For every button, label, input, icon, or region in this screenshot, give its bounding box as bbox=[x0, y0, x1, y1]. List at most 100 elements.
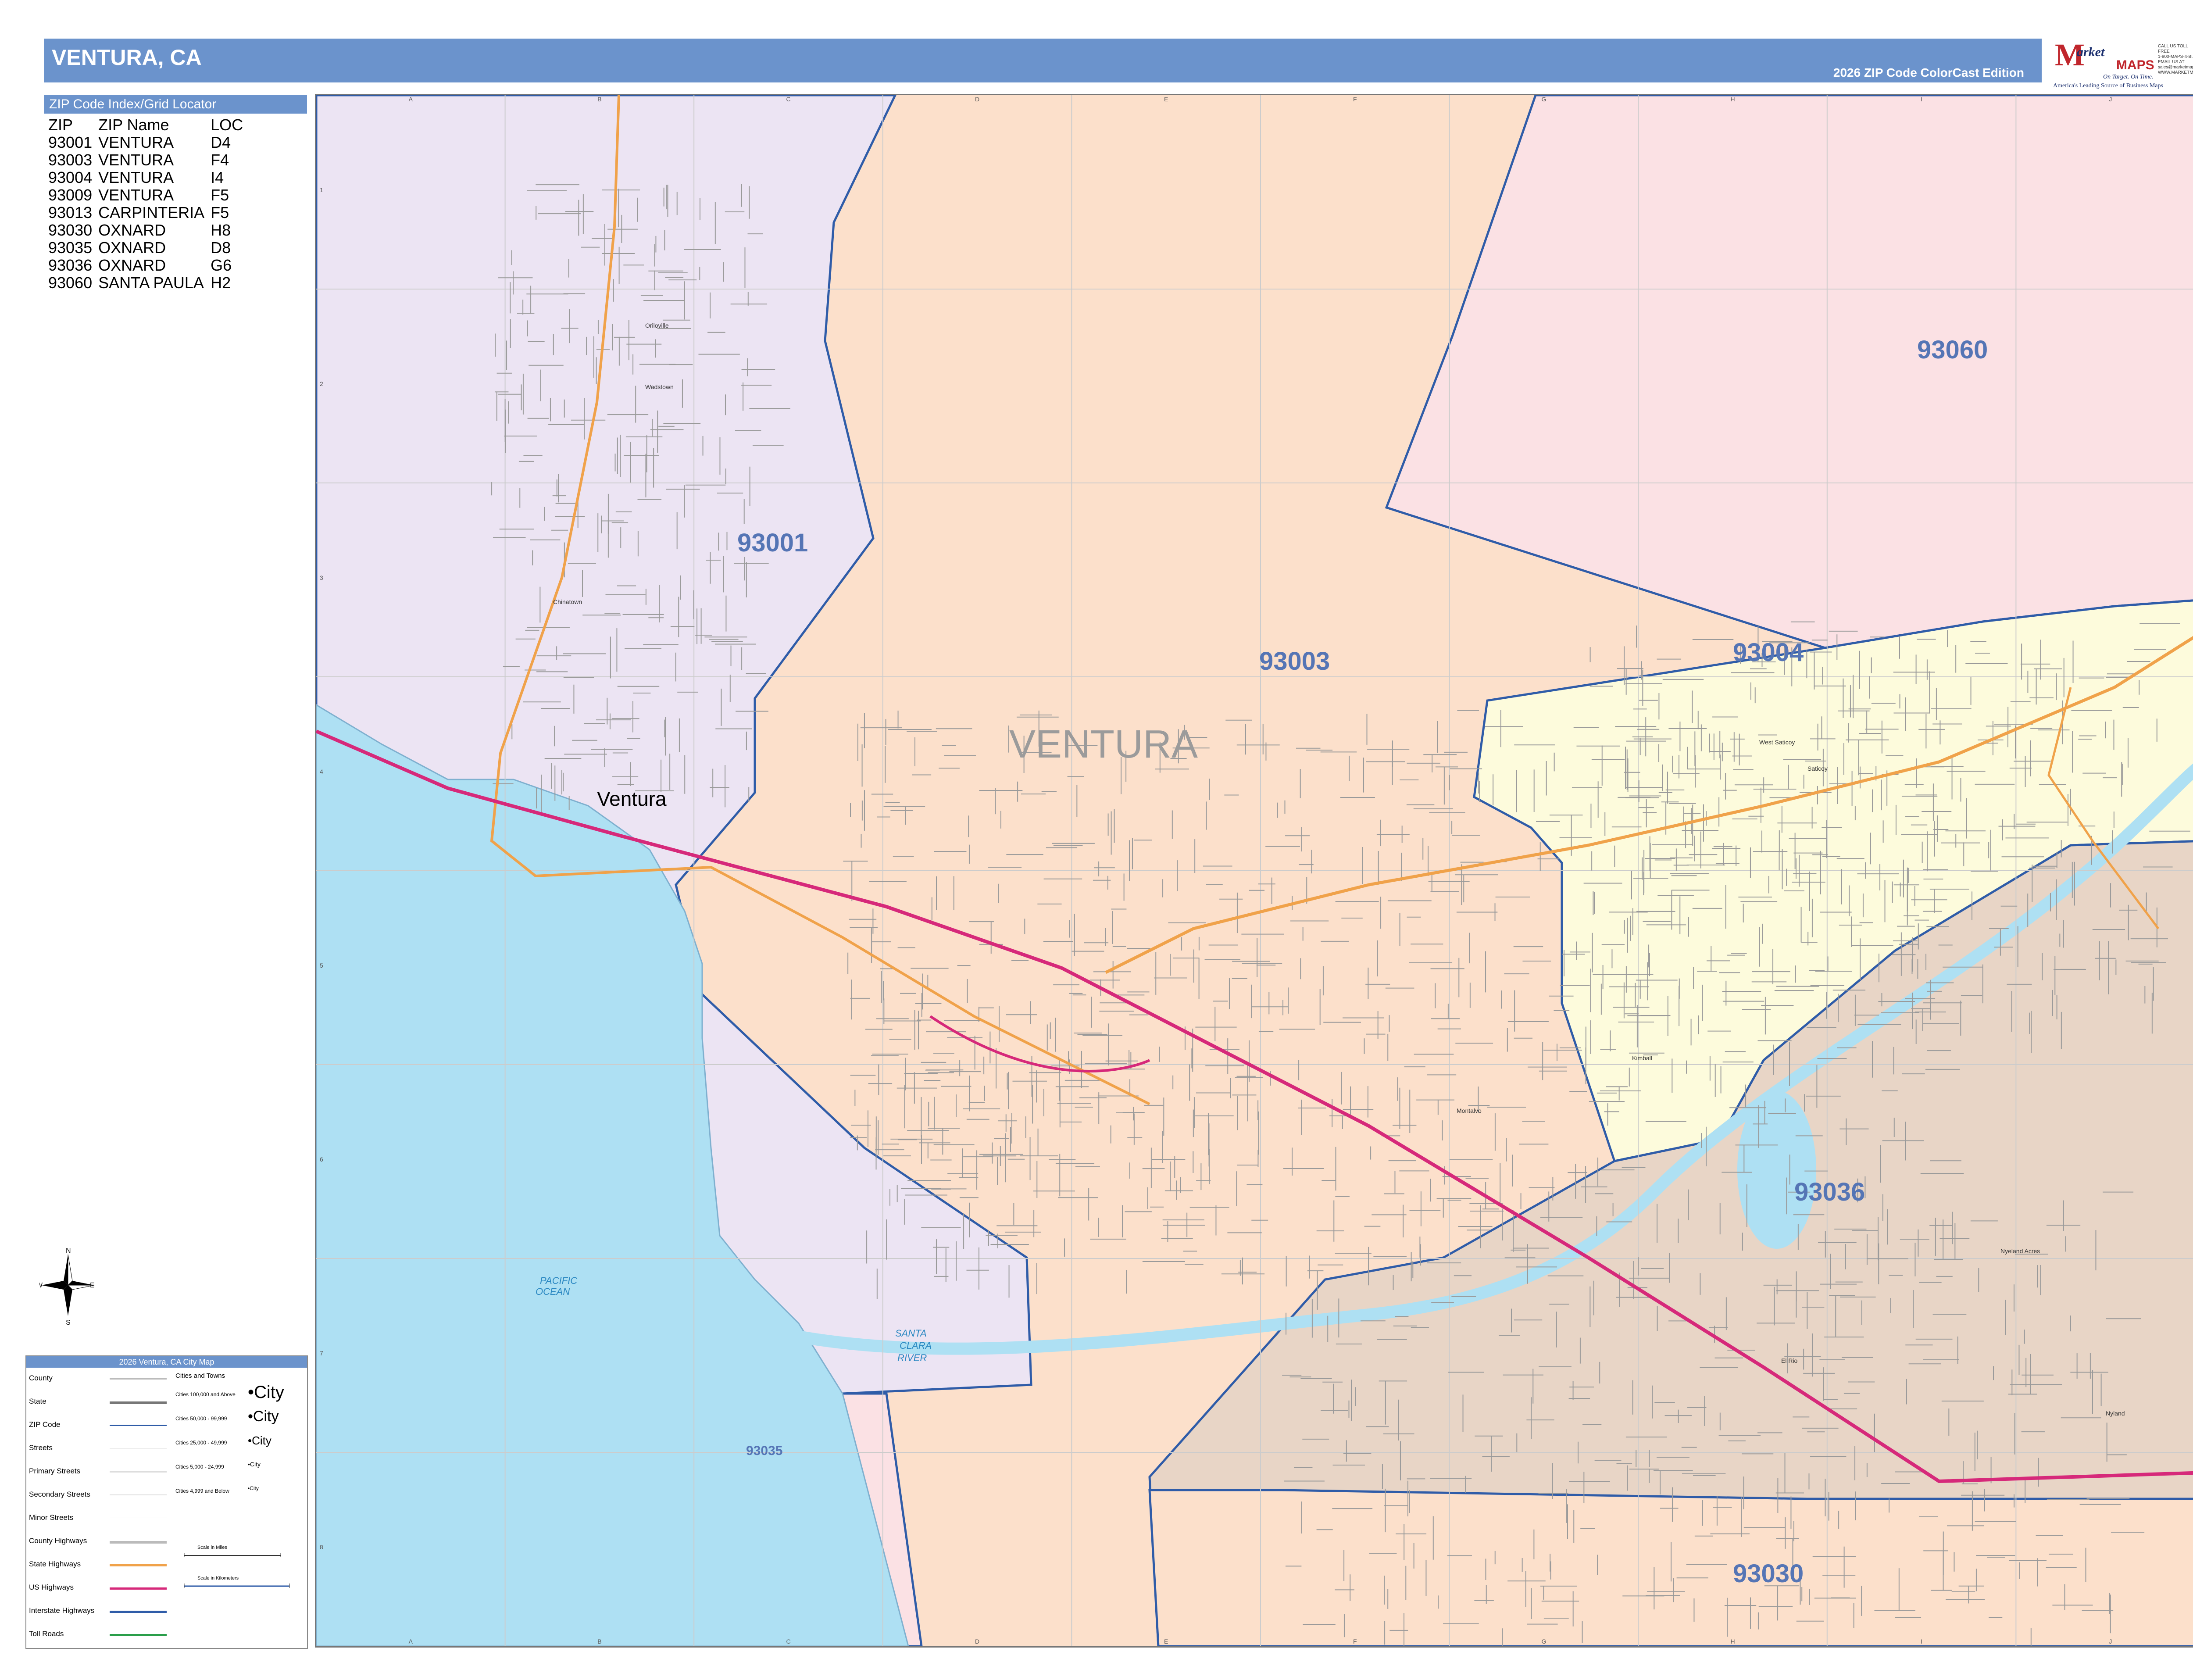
grid-col-label: B bbox=[597, 1638, 601, 1645]
legend-city-sample: •City bbox=[248, 1408, 279, 1425]
legend-item: ZIP Code bbox=[29, 1420, 61, 1429]
grid-col-label: H bbox=[1730, 96, 1735, 103]
legend-city-class: Cities 25,000 - 49,999 bbox=[175, 1440, 227, 1446]
grid-col-label: I bbox=[1921, 96, 1922, 103]
legend-swatch bbox=[110, 1378, 167, 1380]
legend-cities-head: Cities and Towns bbox=[175, 1372, 225, 1380]
grid-row-label: 5 bbox=[320, 962, 323, 969]
place-label: Wadstown bbox=[645, 383, 674, 390]
logo-contact-block: CALL US TOLL FREE 1-800-MAPS-4-BIZ EMAIL … bbox=[2158, 44, 2193, 75]
grid-col-label: J bbox=[2109, 96, 2112, 103]
zip-index-cell: OXNARD bbox=[98, 221, 166, 239]
place-label: Oriloville bbox=[645, 322, 669, 329]
zip-index-cell: VENTURA bbox=[98, 168, 174, 186]
water-label: CLARA bbox=[900, 1340, 932, 1351]
zip-index-cell: D8 bbox=[211, 239, 231, 257]
legend-swatch bbox=[110, 1611, 167, 1613]
zip-index-cell: H2 bbox=[211, 274, 231, 292]
zip-index-cell: G6 bbox=[211, 256, 232, 274]
zip-index-cell: VENTURA bbox=[98, 133, 174, 151]
zip-label: 93030 bbox=[1733, 1559, 1804, 1588]
legend-item: Interstate Highways bbox=[29, 1606, 95, 1615]
grid-col-label: D bbox=[975, 1638, 979, 1645]
grid-col-label: E bbox=[1164, 1638, 1168, 1645]
place-ventura: Ventura bbox=[597, 787, 667, 810]
scale-km: Scale in Kilometers bbox=[184, 1576, 290, 1588]
place-label: Kimball bbox=[1632, 1054, 1652, 1062]
edition-label: 2026 ZIP Code ColorCast Edition bbox=[1833, 66, 2024, 79]
logo-subtagline: America's Leading Source of Business Map… bbox=[2053, 82, 2163, 89]
map-legend: 2026 Ventura, CA City Map County State ZIP… bbox=[25, 1355, 308, 1649]
zip-label: 93004 bbox=[1733, 638, 1804, 667]
water-label: RIVER bbox=[897, 1352, 927, 1363]
zip-index-row: 93036 OXNARD G6 bbox=[48, 257, 249, 274]
legend-city-sample: •City bbox=[248, 1485, 259, 1491]
zip-label: 93036 bbox=[1794, 1178, 1865, 1206]
zip-index-header: ZIP Code Index/Grid Locator bbox=[44, 95, 307, 114]
grid-col-label: D bbox=[975, 96, 979, 103]
grid-col-label: G bbox=[1541, 1638, 1546, 1645]
zip-index-header-row: ZIP ZIP Name LOC bbox=[48, 116, 243, 134]
legend-swatch bbox=[110, 1425, 167, 1426]
compass-s: S bbox=[66, 1319, 71, 1326]
legend-swatch bbox=[110, 1564, 167, 1566]
grid-row-label: 3 bbox=[320, 574, 323, 581]
legend-city-sample: •City bbox=[248, 1434, 271, 1447]
logo-tagline: On Target. On Time. bbox=[2103, 74, 2154, 80]
zip-index-row: 93004 VENTURA I4 bbox=[48, 169, 249, 186]
legend-item: County Highways bbox=[29, 1537, 87, 1545]
zip-index-cell: I4 bbox=[211, 168, 224, 186]
zip-index-cell: 93013 bbox=[48, 204, 93, 222]
legend-city-sample: •City bbox=[248, 1383, 284, 1402]
zip-index-cell: 93030 bbox=[48, 221, 93, 239]
legend-item: State Highways bbox=[29, 1560, 81, 1568]
legend-item: Streets bbox=[29, 1444, 53, 1452]
map-canvas[interactable]: AABBCCDDEEFFGGHHIIJJ1122334455667788 930… bbox=[316, 95, 2193, 1646]
compass-e: E bbox=[90, 1282, 95, 1289]
grid-col-label: A bbox=[409, 1638, 413, 1645]
zip-label: 93060 bbox=[1917, 336, 1988, 364]
place-label: Nyeland Acres bbox=[2000, 1247, 2040, 1255]
zip-index-cell: F5 bbox=[211, 204, 229, 222]
zip-index-cell: 93009 bbox=[48, 186, 93, 204]
place-label: Montalvo bbox=[1457, 1107, 1482, 1114]
grid-row-label: 7 bbox=[320, 1350, 323, 1357]
zip-index-cell: F4 bbox=[211, 151, 229, 169]
grid-col-label: H bbox=[1730, 1638, 1735, 1645]
zip-index-cell: 93001 bbox=[48, 133, 93, 151]
zip-index-cell: F5 bbox=[211, 186, 229, 204]
legend-item: State bbox=[29, 1397, 46, 1405]
legend-swatch bbox=[110, 1448, 167, 1449]
legend-item: Toll Roads bbox=[29, 1630, 64, 1638]
zip-index-cell: OXNARD bbox=[98, 256, 166, 274]
grid-row-label: 4 bbox=[320, 768, 323, 775]
zip-index-cell: H8 bbox=[211, 221, 231, 239]
legend-swatch bbox=[110, 1471, 167, 1473]
zip-index-cell: OXNARD bbox=[98, 239, 166, 257]
water-label: PACIFIC bbox=[540, 1275, 577, 1286]
zip-index-row: 93013 CARPINTERIA F5 bbox=[48, 204, 249, 222]
title-bar: VENTURA, CA 2026 ZIP Code ColorCast Edit… bbox=[44, 39, 2042, 82]
zip-index-cell: 93060 bbox=[48, 274, 93, 292]
water-label: OCEAN bbox=[536, 1286, 570, 1297]
zip-index-row: 93035 OXNARD D8 bbox=[48, 239, 249, 257]
legend-swatch bbox=[110, 1494, 167, 1495]
grid-row-label: 8 bbox=[320, 1544, 323, 1551]
grid-col-label: J bbox=[2109, 1638, 2112, 1645]
zip-index-panel: ZIP Code Index/Grid Locator ZIP ZIP Name L… bbox=[44, 95, 307, 292]
zip-index-cell: 93036 bbox=[48, 256, 93, 274]
grid-col-label: B bbox=[597, 96, 601, 103]
zip-index-row: 93001 VENTURA D4 bbox=[48, 134, 249, 151]
zip-index-cell: 93004 bbox=[48, 168, 93, 186]
legend-city-class: Cities 100,000 and Above bbox=[175, 1391, 236, 1398]
map-area[interactable]: AABBCCDDEEFFGGHHIIJJ1122334455667788 930… bbox=[315, 94, 2193, 1648]
legend-city-class: Cities 5,000 - 24,999 bbox=[175, 1464, 224, 1470]
legend-item: County bbox=[29, 1374, 53, 1382]
legend-item: Primary Streets bbox=[29, 1467, 81, 1475]
legend-swatch bbox=[110, 1401, 167, 1404]
zip-label: 93001 bbox=[737, 529, 808, 557]
legend-swatch bbox=[110, 1587, 167, 1590]
scale-miles: Scale in Miles bbox=[184, 1545, 281, 1557]
grid-col-label: G bbox=[1541, 96, 1546, 103]
grid-row-label: 2 bbox=[320, 380, 323, 387]
